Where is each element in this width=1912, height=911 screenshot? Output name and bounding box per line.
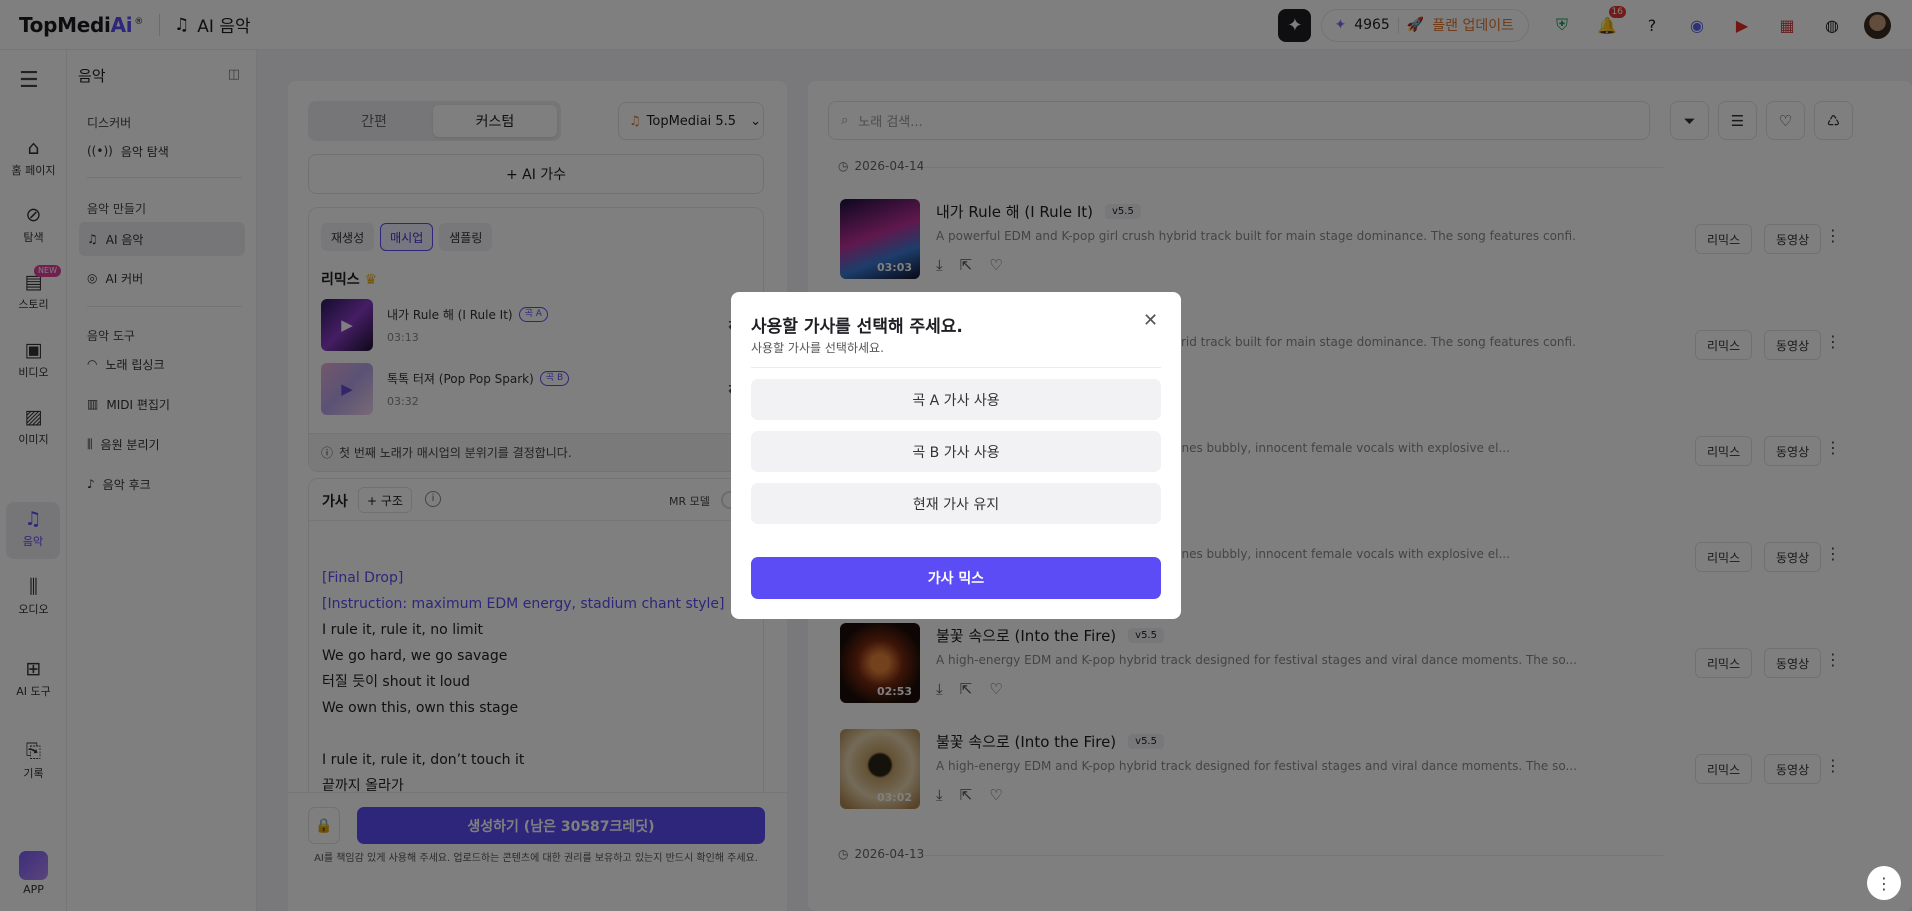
lyrics-choice-dialog: 사용할 가사를 선택해 주세요. 사용할 가사를 선택하세요. ✕ 곡 A 가사… — [731, 292, 1181, 619]
dialog-subtitle: 사용할 가사를 선택하세요. — [751, 341, 884, 355]
mix-lyrics-button[interactable]: 가사 믹스 — [751, 557, 1161, 599]
option-song-a-lyrics[interactable]: 곡 A 가사 사용 — [751, 379, 1161, 420]
divider — [751, 367, 1161, 368]
more-fab-icon[interactable]: ⋮ — [1867, 866, 1901, 900]
option-keep-lyrics[interactable]: 현재 가사 유지 — [751, 483, 1161, 524]
dialog-title: 사용할 가사를 선택해 주세요. — [751, 317, 963, 337]
close-icon[interactable]: ✕ — [1143, 310, 1158, 331]
option-song-b-lyrics[interactable]: 곡 B 가사 사용 — [751, 431, 1161, 472]
